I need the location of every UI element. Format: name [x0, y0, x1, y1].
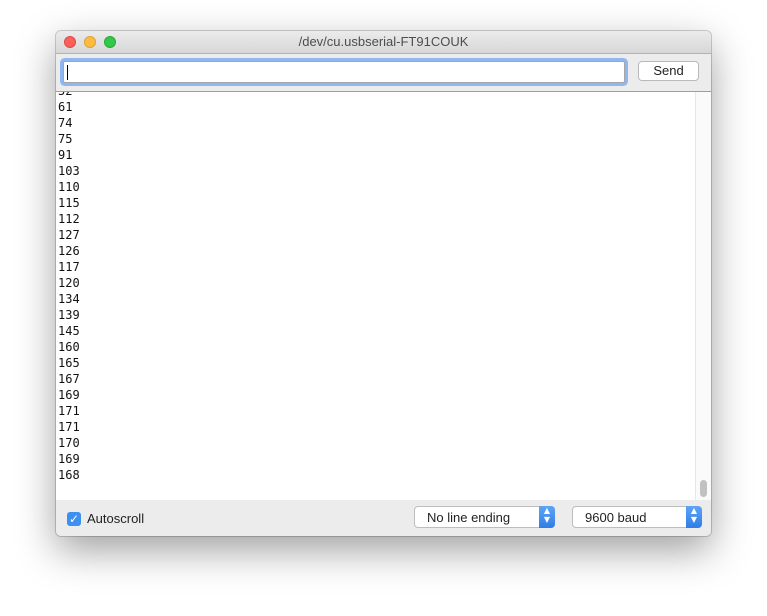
- output-line: 115: [58, 196, 80, 210]
- output-line: 170: [58, 436, 80, 450]
- line-ending-value: No line ending: [427, 510, 511, 525]
- output-line: 168: [58, 468, 80, 482]
- status-bar: ✓ Autoscroll No line ending ▲ ▼ 9600 baud…: [56, 500, 711, 536]
- output-line: 145: [58, 324, 80, 338]
- scrollbar-thumb[interactable]: [700, 480, 707, 497]
- checkmark-icon: ✓: [68, 512, 80, 526]
- output-line: 171: [58, 404, 80, 418]
- output-line: 75: [58, 132, 73, 146]
- serial-send-input[interactable]: [63, 61, 625, 83]
- send-toolbar: Send: [56, 54, 711, 91]
- output-line: 171: [58, 420, 80, 434]
- output-line: 169: [58, 452, 80, 466]
- up-down-chevron-icon: ▲ ▼: [539, 506, 555, 528]
- title-bar[interactable]: /dev/cu.usbserial-FT91COUK: [56, 31, 711, 54]
- output-line: 110: [58, 180, 80, 194]
- output-line: 103: [58, 164, 80, 178]
- baud-rate-value: 9600 baud: [585, 510, 647, 525]
- output-line: 91: [58, 148, 73, 162]
- output-line: 160: [58, 340, 80, 354]
- autoscroll-label: Autoscroll: [87, 511, 145, 526]
- line-ending-select[interactable]: No line ending ▲ ▼: [414, 506, 555, 528]
- serial-output-area[interactable]: 52 61 74 75 91 103 110 115 112 127 126 117 120 134 139…: [56, 91, 711, 501]
- output-line: 165: [58, 356, 80, 370]
- autoscroll-checkbox[interactable]: ✓: [67, 512, 81, 526]
- output-line: 169: [58, 388, 80, 402]
- output-line: 167: [58, 372, 80, 386]
- output-line: 112: [58, 212, 80, 226]
- output-line: 120: [58, 276, 80, 290]
- output-lines: 52 61 74 75 91 103 110 115 112 127 126 117 120 134 139…: [58, 91, 80, 483]
- window-title: /dev/cu.usbserial-FT91COUK: [298, 34, 469, 49]
- vertical-scrollbar[interactable]: [695, 92, 711, 500]
- output-line: 61: [58, 100, 73, 114]
- text-cursor: [67, 65, 68, 80]
- output-line: 74: [58, 116, 73, 130]
- output-line: 127: [58, 228, 80, 242]
- output-line: 134: [58, 292, 80, 306]
- baud-rate-select[interactable]: 9600 baud ▲ ▼: [572, 506, 702, 528]
- output-line: 139: [58, 308, 80, 322]
- output-line: 52: [58, 91, 73, 98]
- output-line: 117: [58, 260, 80, 274]
- up-down-chevron-icon: ▲ ▼: [686, 506, 702, 528]
- send-button[interactable]: Send: [638, 61, 699, 81]
- output-line: 126: [58, 244, 80, 258]
- serial-monitor-window: /dev/cu.usbserial-FT91COUK Send 52 61 74 75…: [56, 31, 711, 536]
